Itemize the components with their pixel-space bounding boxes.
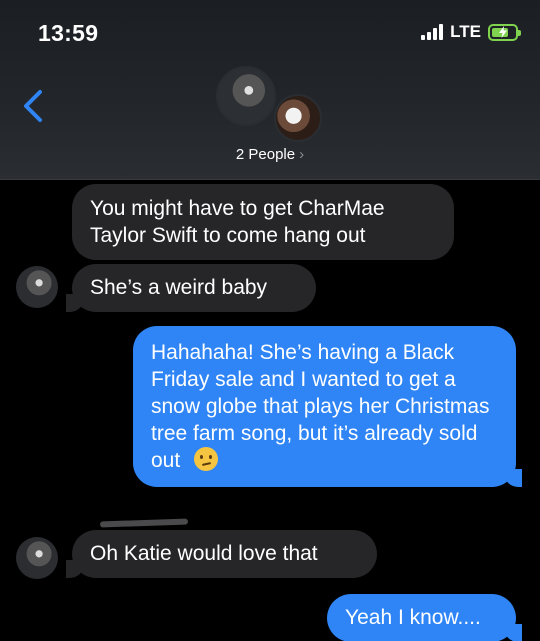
- back-button[interactable]: [18, 86, 52, 126]
- avatar: [216, 66, 276, 126]
- battery-charging-icon: [488, 23, 521, 41]
- avatar[interactable]: [16, 266, 58, 308]
- message-bubble-incoming[interactable]: Oh Katie would love that: [66, 530, 377, 578]
- message-bubble-incoming[interactable]: She’s a weird baby: [66, 264, 316, 312]
- message-text: Yeah I know....: [345, 606, 481, 629]
- conversation-header: 13:59 LTE 2 People ›: [0, 0, 540, 180]
- chevron-right-icon: ›: [299, 146, 305, 163]
- network-type: LTE: [450, 22, 481, 41]
- group-avatars[interactable]: [216, 66, 326, 142]
- chevron-left-icon: [24, 90, 42, 122]
- avatar: [274, 94, 322, 142]
- avatar[interactable]: [16, 537, 58, 579]
- message-bubble-outgoing[interactable]: Hahahaha! She’s having a Black Friday sa…: [133, 326, 522, 487]
- cellular-signal-icon: [421, 24, 444, 40]
- message-bubble-incoming[interactable]: You might have to get CharMae Taylor Swi…: [72, 184, 454, 260]
- status-time: 13:59: [38, 20, 99, 46]
- message-text: Oh Katie would love that: [90, 542, 318, 565]
- status-indicators: LTE: [421, 22, 521, 42]
- message-text: She’s a weird baby: [90, 276, 268, 299]
- redaction-mark: [99, 518, 189, 528]
- message-bubble-outgoing[interactable]: Yeah I know....: [327, 594, 522, 641]
- confused-face-icon: [194, 447, 219, 471]
- message-text: You might have to get CharMae Taylor Swi…: [90, 197, 385, 247]
- participants-label: 2 People: [235, 146, 296, 163]
- participants-button[interactable]: 2 People ›: [0, 146, 540, 163]
